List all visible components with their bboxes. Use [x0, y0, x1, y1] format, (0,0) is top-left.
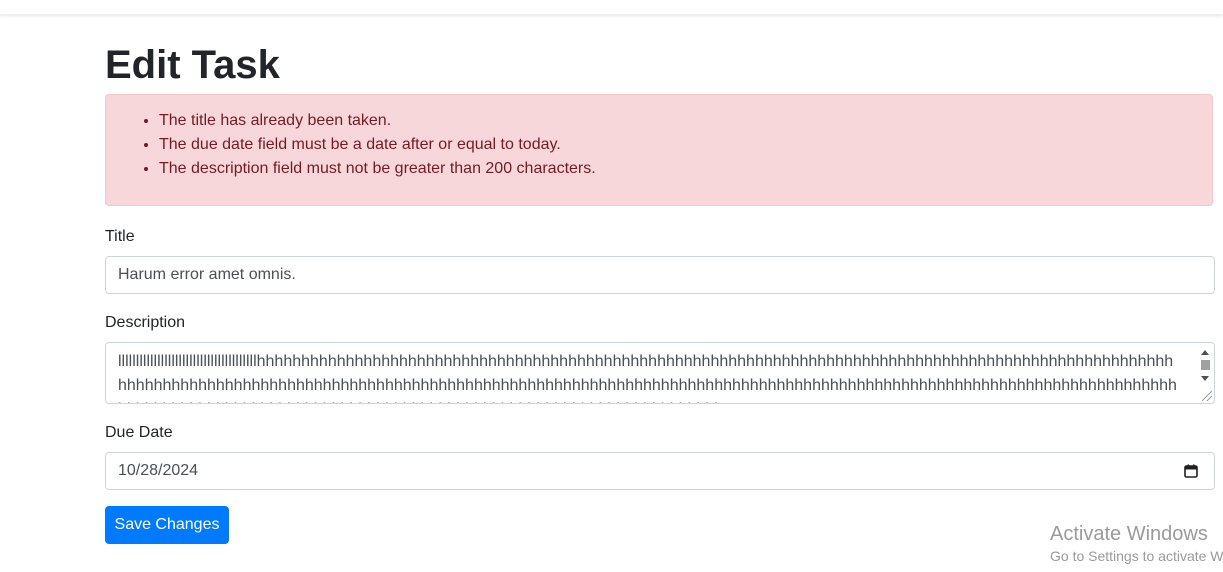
- save-changes-button[interactable]: Save Changes: [105, 506, 229, 544]
- error-item-description: The description field must not be greate…: [159, 157, 1212, 181]
- scroll-thumb[interactable]: [1201, 360, 1210, 370]
- watermark-title: Activate Windows: [1050, 523, 1208, 545]
- edit-task-container: Edit Task The title has already been tak…: [105, 14, 1215, 544]
- calendar-icon[interactable]: [1184, 464, 1198, 478]
- due-date-value: 10/28/2024: [118, 462, 199, 479]
- description-textarea[interactable]: lllllllllllllllllllllllllllllllllllllllh…: [105, 342, 1215, 404]
- description-text: lllllllllllllllllllllllllllllllllllllllh…: [118, 353, 1177, 403]
- top-navbar: [0, 0, 1223, 15]
- due-date-input[interactable]: 10/28/2024: [105, 452, 1215, 490]
- error-item-title: The title has already been taken.: [159, 109, 1212, 133]
- activate-windows-watermark: Activate Windows Go to Settings to activ…: [1050, 522, 1223, 566]
- scroll-down-arrow-icon[interactable]: [1201, 376, 1209, 381]
- page-title: Edit Task: [105, 43, 280, 87]
- title-input[interactable]: Harum error amet omnis.: [105, 256, 1215, 294]
- scroll-up-arrow-icon[interactable]: [1201, 350, 1209, 355]
- error-list: The title has already been taken. The du…: [106, 95, 1212, 181]
- watermark-subtitle: Go to Settings to activate Windows.: [1050, 548, 1223, 564]
- resize-grip-icon[interactable]: [1202, 391, 1212, 401]
- description-label: Description: [105, 314, 186, 331]
- title-label: Title: [105, 228, 135, 245]
- error-alert: The title has already been taken. The du…: [105, 94, 1213, 206]
- error-item-due-date: The due date field must be a date after …: [159, 133, 1212, 157]
- due-date-label: Due Date: [105, 424, 173, 441]
